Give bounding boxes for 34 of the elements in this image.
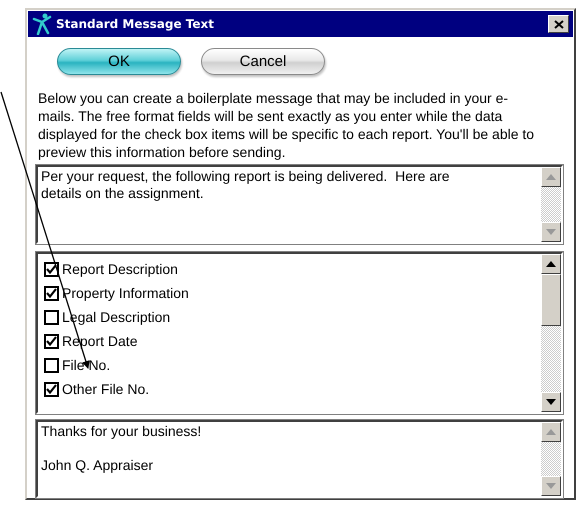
scroll-down-button[interactable]	[541, 222, 561, 242]
running-figure-icon	[32, 13, 52, 35]
ok-button[interactable]: OK	[57, 48, 181, 75]
checklist-item[interactable]: Report Description	[44, 257, 541, 281]
message-field[interactable]: Thanks for your business! John Q. Appraiser	[36, 420, 563, 498]
close-icon	[554, 20, 564, 28]
checkbox[interactable]	[44, 262, 59, 276]
down-triangle-icon	[546, 229, 556, 235]
scroll-down-button[interactable]	[541, 392, 561, 412]
scroll-up-button[interactable]	[541, 422, 561, 442]
up-triangle-icon	[546, 174, 556, 180]
scrollbar-thumb[interactable]	[541, 274, 561, 326]
scroll-up-button[interactable]	[541, 254, 561, 274]
checkbox[interactable]	[44, 310, 59, 324]
down-triangle-icon	[546, 399, 556, 405]
checklist-item[interactable]: File No.	[44, 353, 541, 377]
scroll-down-button[interactable]	[541, 476, 561, 496]
instructions-text: Below you can create a boilerplate message that may be included in your e-mails. The free format fields will be sent exactly as you enter while the data displayed for the check box items will be specific to each report. You'll be able to preview this information before sending.	[38, 89, 536, 161]
checkbox[interactable]	[44, 382, 59, 396]
message-field[interactable]: Per your request, the following report is being delivered. Here are details on the assignment.	[36, 165, 563, 244]
up-triangle-icon	[546, 429, 556, 435]
checkbox[interactable]	[44, 286, 59, 300]
cancel-button[interactable]: Cancel	[201, 48, 325, 75]
item-label: File No.	[62, 357, 110, 373]
item-label: Report Description	[62, 261, 178, 277]
checkbox[interactable]	[44, 334, 59, 348]
up-triangle-icon	[546, 261, 556, 267]
checkbox[interactable]	[44, 358, 59, 372]
close-button[interactable]	[548, 15, 569, 33]
checklist-item[interactable]: Other File No.	[44, 377, 541, 401]
scroll-up-button[interactable]	[541, 167, 561, 187]
item-label: Other File No.	[62, 381, 150, 397]
down-triangle-icon	[546, 483, 556, 489]
window-title: Standard Message Text	[56, 17, 215, 31]
